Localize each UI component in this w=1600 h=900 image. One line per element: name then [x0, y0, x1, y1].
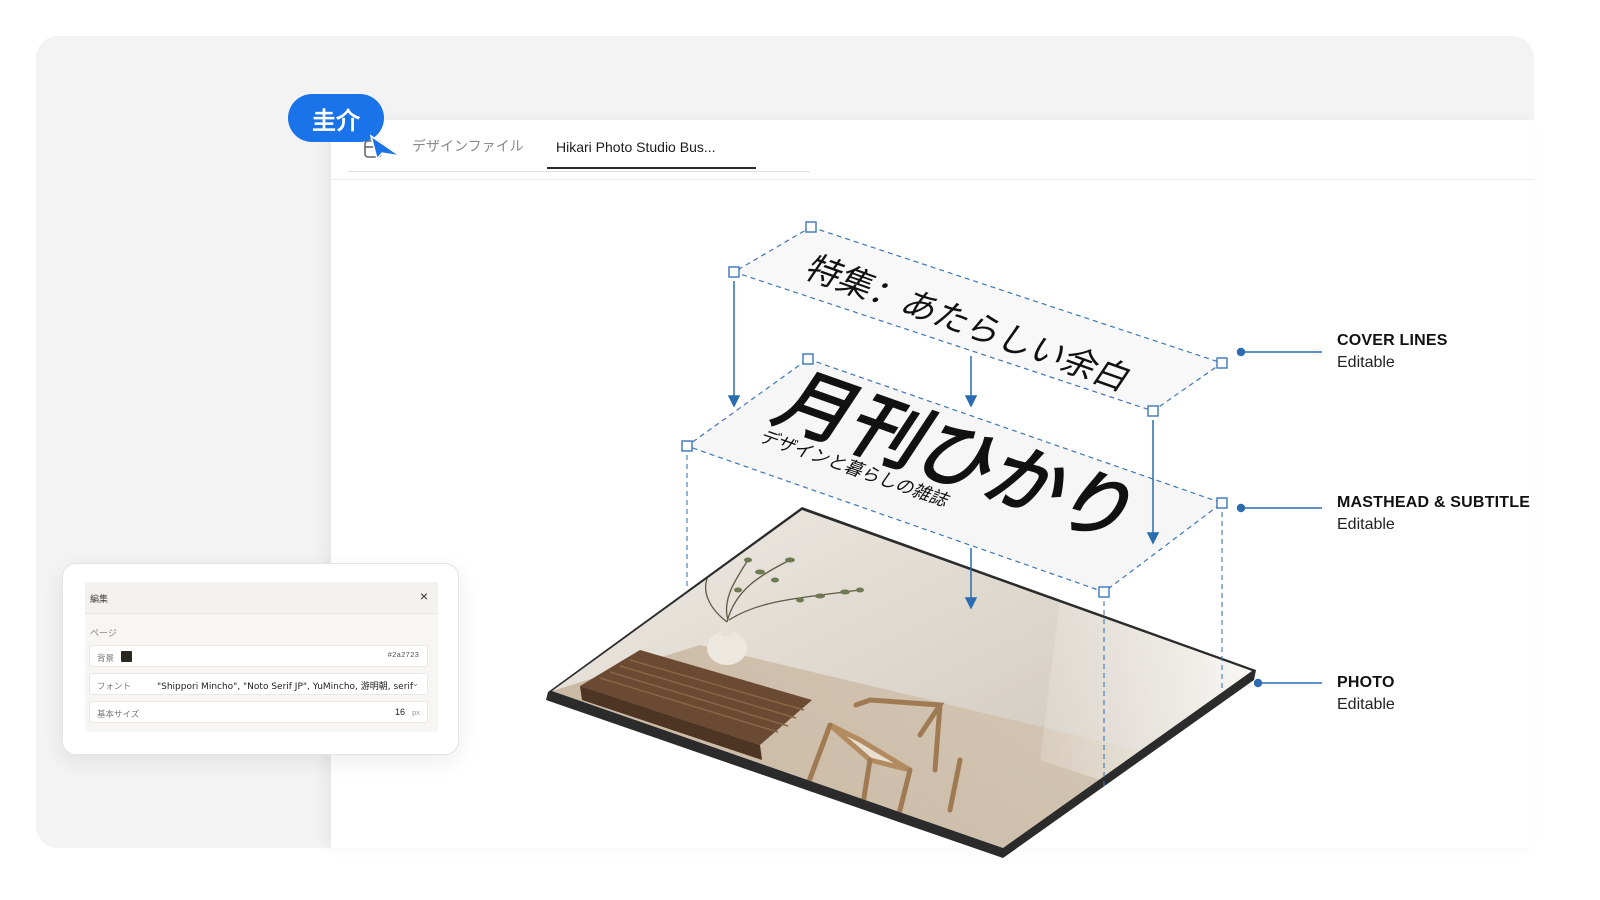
- layer-state: Editable: [1337, 696, 1395, 713]
- cover-layer-stage: 特集：あたらしい余白 月刊ひかり デザインと暮らしの雑誌: [546, 221, 1322, 858]
- font-label: フォント: [97, 682, 132, 692]
- layer-state: Editable: [1337, 354, 1395, 371]
- layer-name: COVER LINES: [1337, 332, 1448, 349]
- base-size-field[interactable]: 基本サイズ 16 px: [89, 701, 428, 723]
- base-size-label: 基本サイズ: [97, 710, 140, 720]
- base-size-value[interactable]: 16: [395, 707, 405, 717]
- background-color-field[interactable]: 背景 #2a2723: [89, 645, 428, 667]
- section-label-page: ページ: [90, 629, 117, 639]
- font-select[interactable]: フォント "Shippori Mincho", "Noto Serif JP",…: [89, 673, 428, 695]
- layer-label-cover-lines: COVER LINES Editable: [1337, 330, 1448, 374]
- layer-name: MASTHEAD & SUBTITLE: [1337, 494, 1531, 511]
- edit-panel: 編集 × ページ 背景 #2a2723 フォント "Shippori Minch…: [62, 563, 459, 755]
- layer-label-masthead: MASTHEAD & SUBTITLE Editable: [1337, 492, 1530, 536]
- font-value: "Shippori Mincho", "Noto Serif JP", YuMi…: [157, 682, 414, 692]
- background-hex-value: #2a2723: [387, 652, 419, 660]
- layer-name: PHOTO: [1337, 674, 1395, 691]
- layer-state: Editable: [1337, 516, 1395, 533]
- close-icon[interactable]: ×: [420, 588, 428, 604]
- edit-panel-header: 編集 ×: [85, 582, 438, 614]
- layer-label-photo: PHOTO Editable: [1337, 672, 1395, 716]
- color-swatch[interactable]: [121, 651, 132, 662]
- background-label: 背景: [97, 654, 115, 664]
- base-size-unit: px: [412, 708, 420, 717]
- edit-panel-title: 編集: [90, 595, 109, 605]
- chevron-down-icon[interactable]: ⌄: [411, 678, 419, 689]
- label-connectors: [1236, 347, 1322, 688]
- collaborator-cursor-icon: [369, 134, 401, 160]
- edit-panel-body: 編集 × ページ 背景 #2a2723 フォント "Shippori Minch…: [85, 582, 438, 732]
